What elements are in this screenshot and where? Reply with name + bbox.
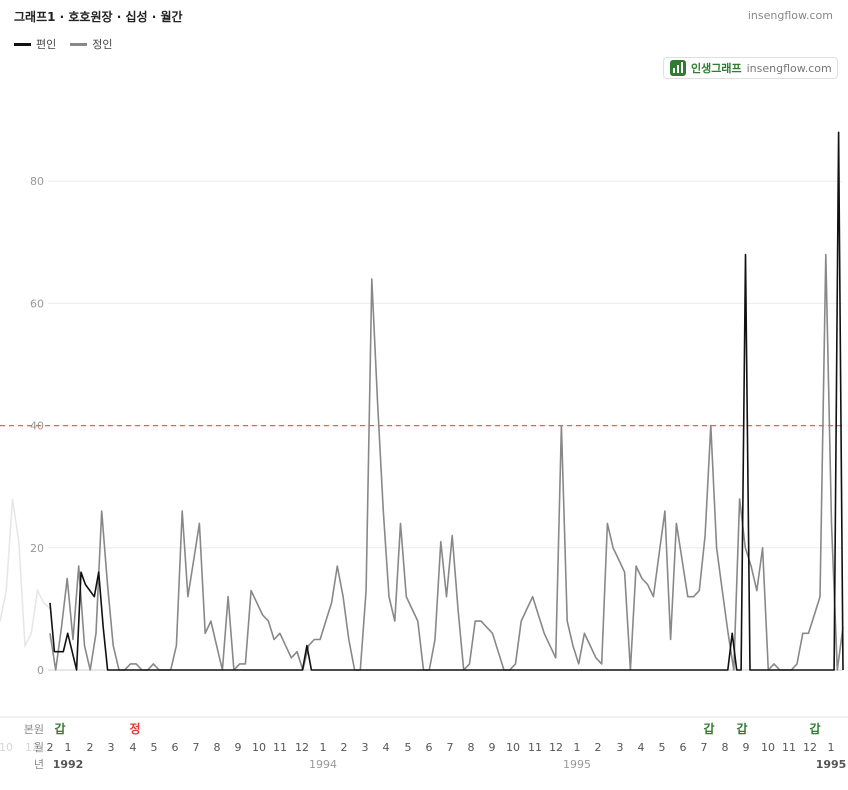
series-line-jeongin: [49, 253, 844, 671]
year-tick-label: 1995: [816, 758, 847, 771]
month-tick-label: 2: [341, 741, 348, 754]
month-tick-label: 9: [743, 741, 750, 754]
month-tick-label: 12: [549, 741, 563, 754]
month-tick-label-ghost: 10: [0, 741, 13, 754]
month-tick-label: 1: [828, 741, 835, 754]
month-tick-label: 5: [151, 741, 158, 754]
month-tick-label: 2: [47, 741, 54, 754]
y-tick-label: 60: [30, 297, 44, 310]
month-tick-label: 7: [447, 741, 454, 754]
year-tick-label: 1992: [53, 758, 84, 771]
month-tick-label: 11: [273, 741, 287, 754]
pillar-marker: 갑: [703, 722, 714, 736]
month-tick-label: 6: [680, 741, 687, 754]
month-tick-label: 2: [87, 741, 94, 754]
line-chart: 020406080본원월년갑 정 갑 갑 갑10 12 2 1 2 3 4 5 6 7 8 9 10 11 12 1 2…: [0, 131, 848, 771]
y-tick-label: 20: [30, 542, 44, 555]
month-tick-label: 1: [65, 741, 72, 754]
month-tick-label: 12: [803, 741, 817, 754]
month-tick-label: 9: [235, 741, 242, 754]
month-tick-label: 10: [252, 741, 266, 754]
y-tick-label: 0: [37, 664, 44, 677]
month-tick-label: 10: [506, 741, 520, 754]
pillar-marker: 갑: [54, 722, 65, 736]
month-tick-label: 5: [659, 741, 666, 754]
year-tick-label: 1994: [309, 758, 337, 771]
month-tick-label: 3: [108, 741, 115, 754]
pillar-marker: 정: [129, 721, 140, 736]
y-tick-label: 80: [30, 175, 44, 188]
month-tick-label: 5: [405, 741, 412, 754]
pillar-marker: 갑: [809, 722, 820, 736]
month-tick-label: 8: [722, 741, 729, 754]
month-tick-label: 1: [320, 741, 327, 754]
timeline-row-label: 년: [34, 758, 44, 771]
month-tick-label: 8: [214, 741, 221, 754]
month-tick-label: 7: [193, 741, 200, 754]
month-tick-label: 10: [761, 741, 775, 754]
month-tick-label: 12: [295, 741, 309, 754]
month-tick-label: 4: [383, 741, 390, 754]
month-tick-label: 8: [468, 741, 475, 754]
month-tick-label: 9: [489, 741, 496, 754]
month-tick-label: 6: [426, 741, 433, 754]
month-tick-label: 7: [701, 741, 708, 754]
month-tick-label: 3: [617, 741, 624, 754]
month-tick-label-ghost: 12: [25, 741, 39, 754]
month-tick-label: 3: [362, 741, 369, 754]
pillar-marker: 갑: [736, 722, 747, 736]
month-tick-label: 11: [782, 741, 796, 754]
month-tick-label: 2: [595, 741, 602, 754]
month-tick-label: 1: [574, 741, 581, 754]
month-tick-label: 11: [528, 741, 542, 754]
month-tick-label: 4: [638, 741, 645, 754]
timeline-row-label: 본원: [24, 723, 44, 736]
year-tick-label: 1995: [563, 758, 591, 771]
month-tick-label: 4: [130, 741, 137, 754]
series-line-jeongin-ghost: [0, 498, 51, 649]
month-tick-label: 6: [172, 741, 179, 754]
